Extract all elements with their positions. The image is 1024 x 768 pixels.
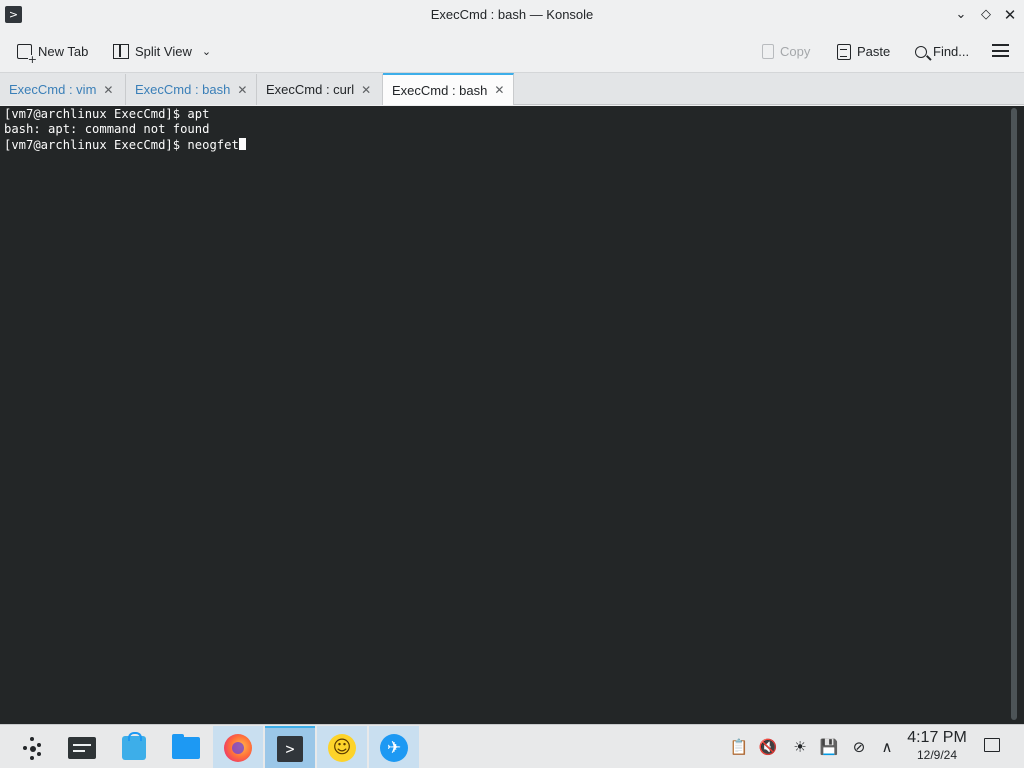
application-launcher-icon bbox=[19, 735, 45, 761]
task-discover[interactable] bbox=[110, 726, 158, 768]
tab-label: ExecCmd : bash bbox=[392, 82, 488, 98]
close-window-button[interactable]: ✕ bbox=[1000, 5, 1020, 25]
expand-tray-icon[interactable]: ∧ bbox=[877, 737, 897, 757]
clock-date[interactable]: 12/9/24 bbox=[902, 748, 972, 762]
paste-button[interactable]: Paste bbox=[837, 39, 890, 64]
hamburger-menu-icon[interactable] bbox=[992, 44, 1009, 57]
firefox-icon bbox=[224, 733, 252, 762]
tab-execcmd-bash-active[interactable]: ExecCmd : bash ✕ bbox=[383, 73, 514, 105]
terminal-line: bash: apt: command not found bbox=[4, 122, 210, 137]
tab-label: ExecCmd : curl bbox=[266, 82, 355, 97]
terminal-line-current: [vm7@archlinux ExecCmd]$ neogfet bbox=[4, 137, 246, 153]
task-browser[interactable]: ✈ bbox=[369, 726, 419, 768]
close-tab-icon[interactable]: ✕ bbox=[237, 83, 247, 97]
clock-time[interactable]: 4:17 PM bbox=[902, 729, 972, 747]
dolphin-files-icon bbox=[172, 733, 200, 759]
clipboard-icon[interactable]: 📋 bbox=[729, 737, 749, 757]
browser-globe-icon: ✈ bbox=[380, 733, 408, 762]
volume-muted-icon[interactable]: 🔇 bbox=[758, 737, 778, 757]
tab-execcmd-vim[interactable]: ExecCmd : vim ✕ bbox=[0, 74, 126, 105]
application-launcher-button[interactable] bbox=[8, 726, 56, 768]
search-icon bbox=[915, 45, 927, 58]
split-view-button[interactable]: Split View ⌄ bbox=[113, 39, 211, 64]
terminal-output: [vm7@archlinux ExecCmd]$ apt bash: apt: c… bbox=[4, 107, 246, 153]
copy-button[interactable]: Copy bbox=[762, 39, 810, 64]
brightness-icon[interactable]: ☀ bbox=[790, 737, 810, 757]
close-tab-icon[interactable]: ✕ bbox=[103, 83, 113, 97]
storage-icon[interactable]: 💾 bbox=[819, 737, 839, 757]
task-dolphin[interactable] bbox=[162, 726, 210, 768]
copy-label: Copy bbox=[780, 44, 811, 59]
text-cursor bbox=[238, 137, 246, 150]
tab-label: ExecCmd : bash bbox=[135, 82, 231, 97]
konsole-icon: > bbox=[277, 735, 303, 762]
window-title: ExecCmd : bash — Konsole bbox=[430, 7, 594, 22]
terminal-view[interactable]: [vm7@archlinux ExecCmd]$ apt bash: apt: c… bbox=[0, 106, 1024, 724]
maximize-button[interactable]: ◇ bbox=[976, 5, 996, 25]
paste-icon bbox=[837, 43, 851, 60]
discover-store-icon bbox=[122, 731, 146, 760]
task-firefox[interactable] bbox=[213, 726, 263, 768]
chevron-down-icon[interactable]: ⌄ bbox=[202, 45, 211, 58]
copy-icon bbox=[762, 44, 774, 59]
toolbar: New Tab Split View ⌄ Copy Paste Find... bbox=[0, 30, 1024, 73]
tab-execcmd-bash-1[interactable]: ExecCmd : bash ✕ bbox=[126, 74, 257, 105]
find-label: Find... bbox=[933, 44, 970, 59]
new-tab-button[interactable]: New Tab bbox=[17, 39, 89, 65]
terminal-line: [vm7@archlinux ExecCmd]$ apt bbox=[4, 107, 210, 121]
close-tab-icon[interactable]: ✕ bbox=[494, 83, 504, 97]
tab-bar: ExecCmd : vim ✕ ExecCmd : bash ✕ ExecCmd… bbox=[0, 73, 1024, 105]
task-system-settings[interactable] bbox=[58, 726, 106, 768]
system-settings-icon bbox=[68, 736, 96, 759]
split-view-icon bbox=[113, 44, 129, 59]
terminal-input: [vm7@archlinux ExecCmd]$ neogfet bbox=[4, 137, 239, 152]
network-icon[interactable]: ⊘ bbox=[849, 737, 869, 757]
tab-execcmd-curl[interactable]: ExecCmd : curl ✕ bbox=[257, 74, 383, 105]
title-bar: > ExecCmd : bash — Konsole ⌄ ◇ ✕ bbox=[0, 0, 1024, 30]
task-konsole[interactable]: > bbox=[265, 726, 315, 768]
tab-label: ExecCmd : vim bbox=[9, 82, 97, 97]
minimize-button[interactable]: ⌄ bbox=[951, 5, 971, 25]
scrollbar[interactable] bbox=[1011, 108, 1017, 720]
new-tab-label: New Tab bbox=[38, 44, 89, 59]
task-emoji[interactable]: ☺ bbox=[317, 726, 367, 768]
paste-label: Paste bbox=[857, 44, 891, 59]
close-tab-icon[interactable]: ✕ bbox=[361, 83, 371, 97]
show-desktop-icon[interactable] bbox=[984, 738, 1000, 752]
split-view-label: Split View bbox=[135, 44, 192, 59]
taskbar: > ☺ ✈ 📋 🔇 ☀ 💾 ⊘ ∧ 4:17 PM 12/9/24 bbox=[0, 724, 1024, 768]
new-tab-icon bbox=[17, 44, 37, 65]
find-button[interactable]: Find... bbox=[915, 39, 969, 64]
emoji-icon: ☺ bbox=[328, 733, 356, 762]
